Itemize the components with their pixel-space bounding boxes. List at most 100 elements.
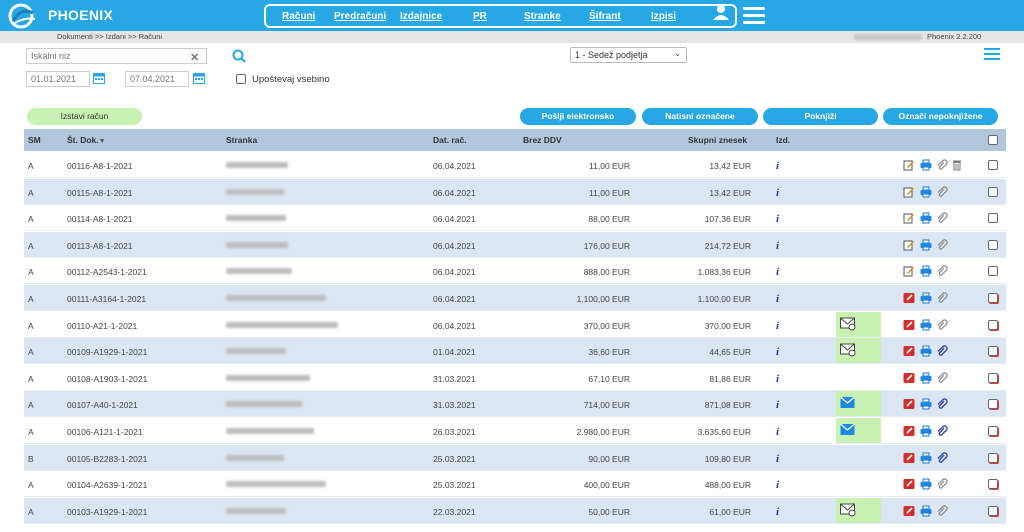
table-row[interactable]: B 00105-B2283-1-2021 25.03.2021 90,00 EUR 10… (24, 444, 1006, 471)
info-icon[interactable]: i (776, 453, 779, 465)
search-icon[interactable] (232, 49, 246, 63)
cell-doc-number[interactable]: 00107-A40-1-2021 (67, 400, 138, 410)
cell-doc-number[interactable]: 00116-A8-1-2021 (67, 161, 133, 171)
col-sm[interactable]: SM (28, 135, 41, 145)
calendar-icon[interactable] (93, 72, 105, 84)
columns-menu-icon[interactable] (984, 48, 1000, 61)
print-icon[interactable] (920, 452, 932, 464)
nav-izpisi[interactable]: Izpisi (651, 11, 676, 22)
print-icon[interactable] (920, 345, 932, 357)
attachment-icon[interactable] (936, 451, 948, 464)
user-icon[interactable] (712, 4, 730, 20)
issue-invoice-button[interactable]: Izstavi račun (27, 108, 142, 125)
col-doc[interactable]: Št. Dok.▼ (67, 135, 106, 145)
mark-unposted-button[interactable]: Označi nepoknjižene (883, 108, 998, 125)
attachment-icon[interactable] (936, 239, 948, 251)
cell-doc-number[interactable]: 00105-B2283-1-2021 (67, 454, 147, 464)
info-icon[interactable]: i (776, 426, 779, 438)
print-icon[interactable] (920, 239, 932, 251)
info-icon[interactable]: i (776, 266, 779, 278)
row-checkbox[interactable] (988, 452, 998, 463)
nav-racuni[interactable]: Računi (282, 11, 315, 22)
row-checkbox[interactable] (988, 479, 998, 490)
row-checkbox[interactable] (988, 346, 998, 357)
email-pending-icon[interactable] (840, 343, 856, 357)
table-row[interactable]: A 00112-A2543-1-2021 06.04.2021 888,00 EUR 1… (24, 258, 1006, 285)
table-row[interactable]: A 00107-A40-1-2021 31.03.2021 714,00 EUR 871… (24, 391, 1006, 418)
attachment-icon[interactable] (936, 478, 948, 490)
col-date[interactable]: Dat. rač. (433, 135, 467, 145)
info-icon[interactable]: i (776, 213, 779, 225)
info-icon[interactable]: i (776, 373, 779, 385)
info-icon[interactable]: i (776, 506, 779, 518)
email-sent-icon[interactable] (840, 423, 856, 437)
print-icon[interactable] (920, 265, 932, 277)
table-row[interactable]: A 00109-A1929-1-2021 01.04.2021 36,60 EUR 44… (24, 338, 1006, 365)
table-row[interactable]: A 00114-A8-1-2021 06.04.2021 88,00 EUR 107,3… (24, 205, 1006, 232)
col-net[interactable]: Brez DDV (523, 135, 562, 145)
row-checkbox[interactable] (988, 160, 998, 170)
print-icon[interactable] (920, 292, 932, 304)
pdf-icon[interactable] (903, 452, 915, 464)
pdf-icon[interactable] (903, 425, 915, 437)
info-icon[interactable]: i (776, 399, 779, 411)
email-pending-icon[interactable] (840, 317, 856, 331)
cell-doc-number[interactable]: 00103-A1929-1-2021 (67, 507, 147, 517)
row-checkbox[interactable] (988, 186, 998, 197)
cell-doc-number[interactable]: 00104-A2639-1-2021 (67, 480, 147, 490)
cell-doc-number[interactable]: 00106-A121-1-2021 (67, 427, 143, 437)
print-icon[interactable] (920, 478, 932, 490)
attachment-icon[interactable] (936, 186, 948, 198)
print-selected-button[interactable]: Natisni označene (642, 108, 758, 125)
pdf-icon[interactable] (903, 478, 915, 490)
search-input[interactable] (26, 48, 207, 64)
table-row[interactable]: A 00110-A21-1-2021 06.04.2021 370,00 EUR 370… (24, 311, 1006, 338)
col-izd[interactable]: Izd. (776, 135, 790, 145)
print-icon[interactable] (920, 425, 932, 437)
attachment-icon[interactable] (936, 319, 948, 331)
date-to-field[interactable] (125, 71, 189, 87)
table-row[interactable]: A 00108-A1903-1-2021 31.03.2021 67,10 EUR 81… (24, 364, 1006, 391)
cell-doc-number[interactable]: 00115-A8-1-2021 (67, 188, 133, 198)
pdf-icon[interactable] (903, 345, 915, 357)
pdf-icon[interactable] (903, 398, 915, 410)
print-icon[interactable] (920, 186, 932, 198)
table-row[interactable]: A 00103-A1929-1-2021 22.03.2021 50,00 EUR 61… (24, 497, 1006, 524)
post-button[interactable]: Poknjiži (763, 108, 878, 125)
hamburger-menu-icon[interactable] (743, 7, 765, 24)
send-electronic-button[interactable]: Pošlji elektronsko (520, 108, 636, 125)
info-icon[interactable]: i (776, 346, 779, 358)
row-checkbox[interactable] (988, 266, 998, 277)
row-checkbox[interactable] (988, 239, 998, 250)
cell-doc-number[interactable]: 00108-A1903-1-2021 (67, 374, 147, 384)
nav-pr[interactable]: PR (473, 11, 487, 22)
cell-doc-number[interactable]: 00113-A8-1-2021 (67, 241, 133, 251)
attachment-icon[interactable] (936, 212, 948, 224)
table-row[interactable]: A 00111-A3164-1-2021 06.04.2021 1.100,00 EU… (24, 285, 1006, 311)
row-checkbox[interactable] (988, 505, 998, 516)
row-checkbox[interactable] (988, 399, 998, 410)
info-icon[interactable]: i (776, 160, 779, 172)
info-icon[interactable]: i (776, 187, 779, 199)
attachment-icon[interactable] (936, 398, 948, 410)
print-icon[interactable] (920, 212, 932, 224)
clear-search-icon[interactable]: ✕ (190, 51, 199, 64)
print-icon[interactable] (920, 319, 932, 331)
attachment-icon[interactable] (936, 265, 948, 277)
table-row[interactable]: A 00116-A8-1-2021 06.04.2021 11,00 EUR 13,42… (24, 152, 1006, 178)
cell-doc-number[interactable]: 00111-A3164-1-2021 (67, 294, 146, 304)
pdf-icon[interactable] (903, 505, 915, 517)
info-icon[interactable]: i (776, 479, 779, 491)
attachment-icon[interactable] (936, 372, 948, 384)
attachment-icon[interactable] (936, 345, 948, 357)
nav-sifrant[interactable]: Šifrant (589, 11, 621, 22)
edit-icon[interactable] (903, 186, 915, 198)
email-pending-icon[interactable] (840, 503, 856, 517)
table-row[interactable]: A 00104-A2639-1-2021 25.03.2021 400,00 EUR 4… (24, 471, 1006, 498)
pdf-icon[interactable] (903, 319, 915, 331)
table-row[interactable]: A 00113-A8-1-2021 06.04.2021 176,00 EUR 214,… (24, 231, 1006, 258)
date-from-field[interactable] (26, 71, 90, 87)
table-row[interactable]: A 00106-A121-1-2021 26.03.2021 2.980,00 EUR… (24, 418, 1006, 444)
attachment-icon[interactable] (936, 505, 948, 517)
session-select[interactable]: 1 - Sedež podjetja ⌄ (570, 47, 687, 63)
